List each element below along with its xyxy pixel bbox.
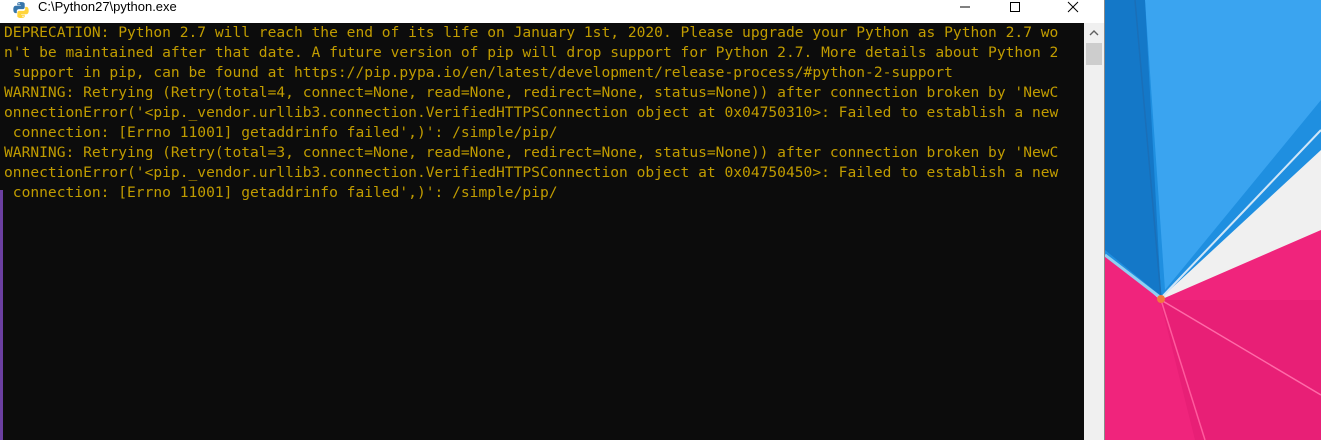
console-output: DEPRECATION: Python 2.7 will reach the e…: [0, 23, 1084, 203]
title-bar[interactable]: C:\Python27\python.exe: [0, 0, 1104, 23]
console-line: connection: [Errno 11001] getaddrinfo fa…: [4, 124, 558, 141]
console-window[interactable]: C:\Python27\python.exe DEPRECATION: Pyth…: [0, 0, 1105, 440]
console-output-area[interactable]: DEPRECATION: Python 2.7 will reach the e…: [0, 23, 1084, 440]
window-title: C:\Python27\python.exe: [38, 0, 177, 14]
vertical-scrollbar[interactable]: [1084, 23, 1104, 440]
console-line: connection: [Errno 11001] getaddrinfo fa…: [4, 184, 558, 201]
scroll-up-button[interactable]: [1084, 23, 1104, 43]
minimize-icon: [959, 0, 971, 18]
console-line: onnectionError('<pip._vendor.urllib3.con…: [4, 104, 1059, 121]
desktop: C:\Python27\python.exe DEPRECATION: Pyth…: [0, 0, 1321, 440]
chevron-up-icon: [1089, 24, 1099, 42]
console-line: onnectionError('<pip._vendor.urllib3.con…: [4, 164, 1059, 181]
maximize-button[interactable]: [992, 0, 1038, 17]
umbrella-wallpaper-image: [1105, 0, 1321, 440]
console-line: n't be maintained after that date. A fut…: [4, 44, 1059, 61]
desktop-wallpaper: [1105, 0, 1321, 440]
console-line: support in pip, can be found at https://…: [4, 64, 953, 81]
background-window-edge: [0, 190, 3, 440]
close-icon: [1067, 0, 1079, 18]
python-icon: [12, 1, 30, 19]
scroll-thumb[interactable]: [1086, 43, 1102, 65]
console-line: DEPRECATION: Python 2.7 will reach the e…: [4, 24, 1059, 41]
console-line: WARNING: Retrying (Retry(total=3, connec…: [4, 144, 1059, 161]
maximize-icon: [1009, 0, 1021, 18]
console-line: WARNING: Retrying (Retry(total=4, connec…: [4, 84, 1059, 101]
minimize-button[interactable]: [942, 0, 988, 17]
close-button[interactable]: [1050, 0, 1096, 17]
